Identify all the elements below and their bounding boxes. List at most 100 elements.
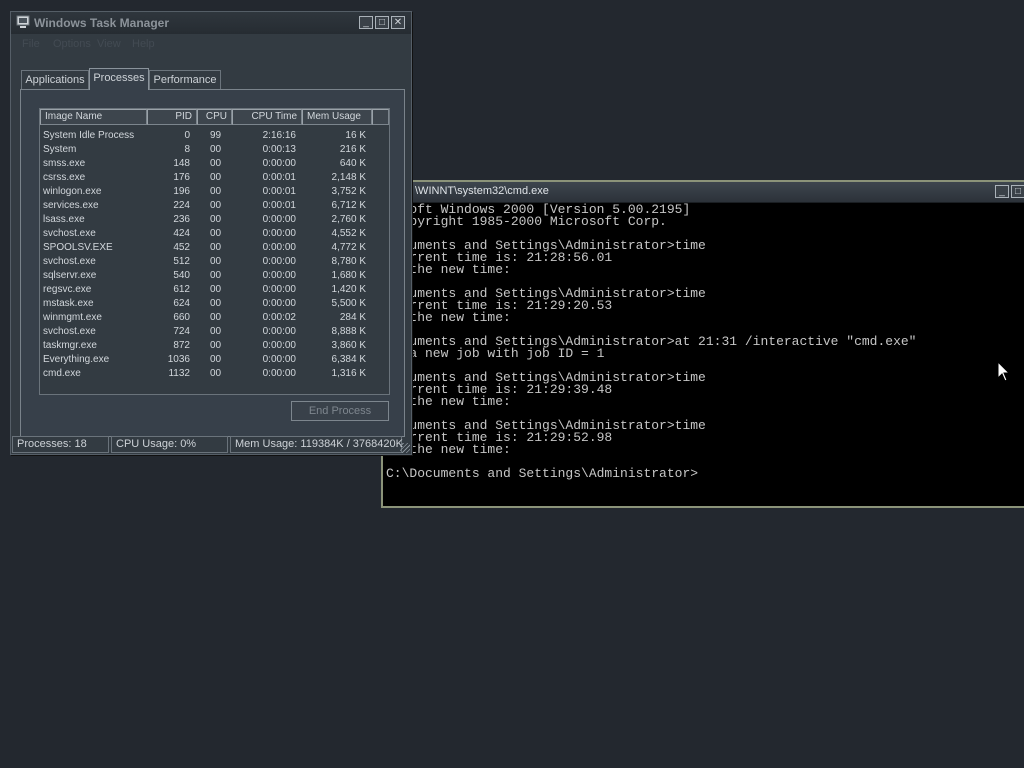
- tab-performance[interactable]: Performance: [149, 70, 221, 89]
- cmd-titlebar[interactable]: \WINNT\system32\cmd.exe _ □: [383, 182, 1024, 203]
- column-spacer: [372, 109, 389, 125]
- menu-view[interactable]: View: [97, 38, 121, 50]
- process-pid: 0: [184, 130, 190, 141]
- process-mem: 216 K: [339, 144, 366, 155]
- console-output[interactable]: rosoft Windows 2000 [Version 5.00.2195] …: [386, 203, 917, 481]
- status-processes: Processes: 18: [12, 436, 109, 453]
- column-mem-usage[interactable]: Mem Usage: [302, 109, 372, 125]
- process-pid: 452: [173, 242, 190, 253]
- process-name: csrss.exe: [43, 172, 86, 183]
- process-name: svchost.exe: [43, 228, 96, 239]
- column-cpu-time[interactable]: CPU Time: [232, 109, 302, 125]
- table-row[interactable]: winlogon.exe 196 00 0:00:01 3,752 K: [40, 185, 389, 199]
- table-row[interactable]: SPOOLSV.EXE 452 00 0:00:00 4,772 K: [40, 241, 389, 255]
- table-row[interactable]: cmd.exe 1132 00 0:00:00 1,316 K: [40, 367, 389, 381]
- table-row[interactable]: System 8 00 0:00:13 216 K: [40, 143, 389, 157]
- process-cpu: 00: [210, 158, 222, 169]
- table-row[interactable]: csrss.exe 176 00 0:00:01 2,148 K: [40, 171, 389, 185]
- menu-help[interactable]: Help: [132, 38, 155, 50]
- process-pid: 1036: [167, 354, 190, 365]
- process-cpu: 00: [210, 256, 222, 267]
- menu-options[interactable]: Options: [53, 38, 91, 50]
- process-cpu-time: 0:00:01: [262, 200, 296, 211]
- status-cpu: CPU Usage: 0%: [111, 436, 228, 453]
- table-row[interactable]: sqlservr.exe 540 00 0:00:00 1,680 K: [40, 269, 389, 283]
- process-mem: 2,760 K: [331, 214, 366, 225]
- process-cpu: 00: [210, 284, 222, 295]
- process-cpu-time: 0:00:13: [262, 144, 296, 155]
- resize-grip[interactable]: [400, 443, 410, 453]
- table-row[interactable]: lsass.exe 236 00 0:00:00 2,760 K: [40, 213, 389, 227]
- process-pid: 224: [173, 200, 190, 211]
- close-button[interactable]: ✕: [391, 16, 405, 29]
- minimize-button[interactable]: _: [995, 185, 1009, 198]
- cmd-window[interactable]: \WINNT\system32\cmd.exe _ □ rosoft Windo…: [381, 180, 1024, 508]
- process-mem: 4,552 K: [331, 228, 366, 239]
- status-bar: Processes: 18 CPU Usage: 0% Mem Usage: 1…: [11, 435, 411, 454]
- process-cpu: 00: [210, 242, 222, 253]
- process-cpu: 00: [210, 172, 222, 183]
- maximize-button[interactable]: □: [375, 16, 389, 29]
- process-mem: 1,420 K: [331, 284, 366, 295]
- maximize-button[interactable]: □: [1011, 185, 1024, 198]
- process-cpu: 00: [210, 214, 222, 225]
- process-cpu: 00: [210, 312, 222, 323]
- tm-title: Windows Task Manager: [34, 16, 170, 30]
- process-name: mstask.exe: [43, 298, 94, 309]
- process-name: System: [43, 144, 77, 155]
- menu-file[interactable]: File: [22, 38, 40, 50]
- process-mem: 640 K: [339, 158, 366, 169]
- process-mem: 16 K: [345, 130, 366, 141]
- console-line: C:\Documents and Settings\Administrator>: [386, 466, 699, 481]
- process-mem: 3,860 K: [331, 340, 366, 351]
- process-name: Everything.exe: [43, 354, 110, 365]
- process-mem: 1,316 K: [331, 368, 366, 379]
- tm-titlebar[interactable]: Windows Task Manager _ □ ✕: [11, 12, 411, 34]
- process-name: svchost.exe: [43, 256, 96, 267]
- process-list[interactable]: Image Name PID CPU CPU Time Mem Usage Sy…: [39, 108, 390, 395]
- table-row[interactable]: services.exe 224 00 0:00:01 6,712 K: [40, 199, 389, 213]
- console-line: Copyright 1985-2000 Microsoft Corp.: [386, 214, 667, 229]
- process-cpu-time: 0:00:01: [262, 172, 296, 183]
- process-pid: 1132: [168, 368, 190, 379]
- table-row[interactable]: winmgmt.exe 660 00 0:00:02 284 K: [40, 311, 389, 325]
- process-pid: 424: [173, 228, 190, 239]
- process-pid: 660: [173, 312, 190, 323]
- process-pid: 196: [173, 186, 190, 197]
- table-row[interactable]: taskmgr.exe 872 00 0:00:00 3,860 K: [40, 339, 389, 353]
- task-manager-window[interactable]: Windows Task Manager _ □ ✕ File Options …: [10, 11, 412, 455]
- process-cpu: 00: [210, 340, 222, 351]
- process-cpu-time: 0:00:00: [262, 270, 296, 281]
- table-row[interactable]: regsvc.exe 612 00 0:00:00 1,420 K: [40, 283, 389, 297]
- process-cpu: 00: [210, 354, 222, 365]
- process-cpu-time: 0:00:00: [262, 214, 296, 225]
- menu-bar: File Options View Help: [11, 35, 411, 53]
- table-row[interactable]: svchost.exe 724 00 0:00:00 8,888 K: [40, 325, 389, 339]
- process-mem: 8,888 K: [331, 326, 366, 337]
- process-cpu: 99: [210, 130, 222, 141]
- table-row[interactable]: svchost.exe 512 00 0:00:00 8,780 K: [40, 255, 389, 269]
- process-pid: 176: [173, 172, 190, 183]
- column-image-name[interactable]: Image Name: [40, 109, 147, 125]
- table-row[interactable]: mstask.exe 624 00 0:00:00 5,500 K: [40, 297, 389, 311]
- table-row[interactable]: svchost.exe 424 00 0:00:00 4,552 K: [40, 227, 389, 241]
- column-cpu[interactable]: CPU: [197, 109, 232, 125]
- table-row[interactable]: smss.exe 148 00 0:00:00 640 K: [40, 157, 389, 171]
- process-name: winmgmt.exe: [43, 312, 102, 323]
- minimize-button[interactable]: _: [359, 16, 373, 29]
- process-cpu: 00: [210, 144, 222, 155]
- table-row[interactable]: System Idle Process 0 99 2:16:16 16 K: [40, 129, 389, 143]
- end-process-button[interactable]: End Process: [291, 401, 389, 421]
- process-pid: 148: [173, 158, 190, 169]
- process-cpu-time: 2:16:16: [262, 130, 296, 141]
- process-name: smss.exe: [43, 158, 86, 169]
- tab-processes[interactable]: Processes: [89, 68, 149, 90]
- process-cpu: 00: [210, 368, 222, 379]
- column-pid[interactable]: PID: [147, 109, 197, 125]
- process-name: cmd.exe: [43, 368, 81, 379]
- process-cpu-time: 0:00:02: [262, 312, 296, 323]
- table-row[interactable]: Everything.exe 1036 00 0:00:00 6,384 K: [40, 353, 389, 367]
- process-name: SPOOLSV.EXE: [43, 242, 113, 253]
- process-name: sqlservr.exe: [43, 270, 97, 281]
- tab-applications[interactable]: Applications: [21, 70, 89, 89]
